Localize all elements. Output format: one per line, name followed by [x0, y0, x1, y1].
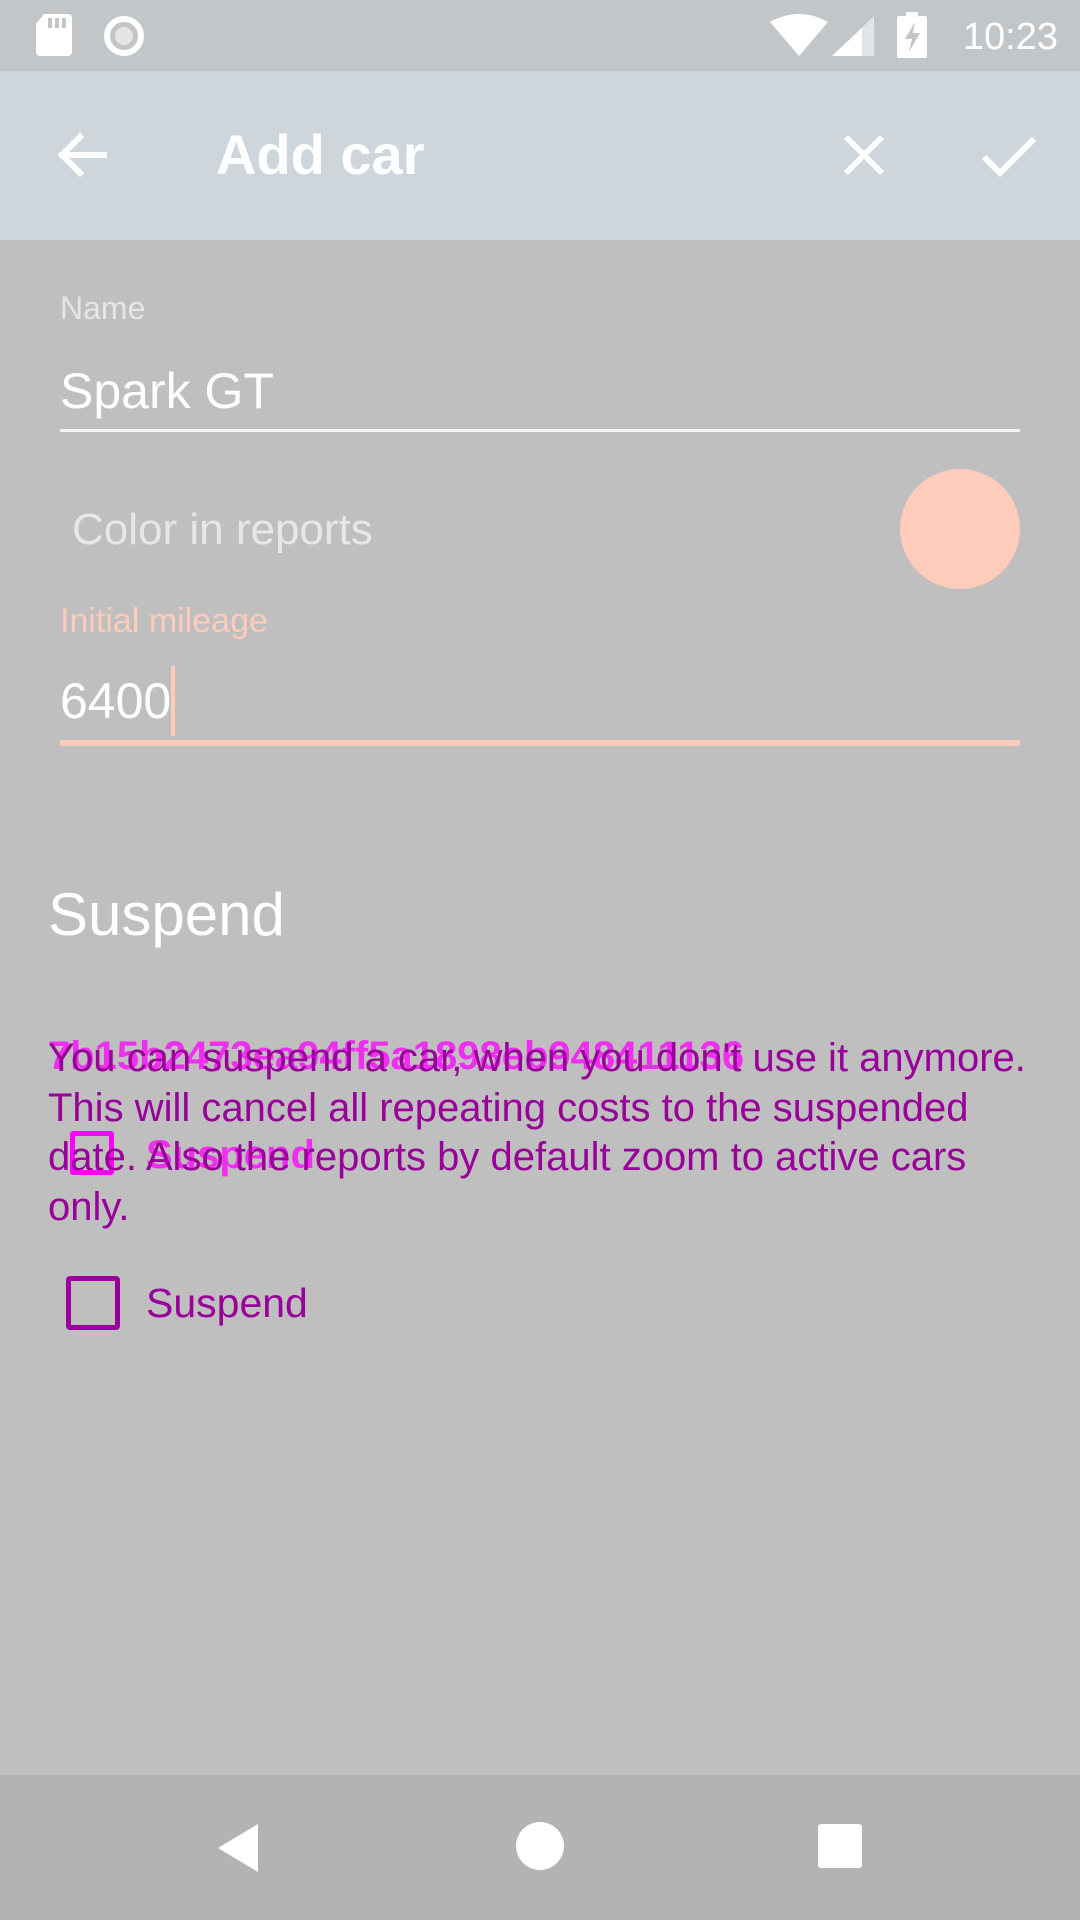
suspend-heading: Suspend — [48, 881, 285, 948]
color-label: Color in reports — [72, 505, 373, 554]
status-bar: 10:23 — [0, 0, 1080, 71]
color-swatch-button[interactable] — [900, 469, 1020, 589]
app-bar: Add car — [0, 71, 1080, 240]
form-content: Name Spark GT Color in reports Initial m… — [0, 240, 1080, 1775]
mileage-label: Initial mileage — [60, 602, 268, 640]
nav-recents-icon[interactable] — [818, 1824, 862, 1868]
page-title: Add car — [216, 123, 425, 186]
suspend-checkbox[interactable] — [66, 1276, 120, 1330]
nav-back-icon[interactable] — [214, 1822, 266, 1874]
suspend-description: You can suspend a car, when you don't us… — [48, 1036, 1026, 1229]
mileage-value: 6400 — [60, 673, 172, 729]
arrow-left-icon[interactable] — [50, 123, 114, 187]
close-icon[interactable] — [832, 123, 896, 187]
wifi-icon — [770, 14, 828, 56]
cellular-signal-icon — [832, 16, 874, 56]
navigation-bar — [0, 1775, 1080, 1920]
mileage-input[interactable]: 6400 — [60, 666, 176, 736]
suspend-checkbox-label: Suspend — [146, 1279, 308, 1326]
check-icon[interactable] — [976, 123, 1040, 187]
circle-icon — [104, 16, 144, 56]
name-input[interactable]: Spark GT — [60, 362, 274, 420]
text-cursor — [171, 666, 176, 736]
status-time: 10:23 — [962, 16, 1058, 58]
sd-card-icon — [36, 14, 72, 56]
nav-home-icon[interactable] — [516, 1822, 564, 1870]
name-underline — [60, 429, 1020, 432]
mileage-underline — [60, 740, 1020, 746]
battery-charging-icon — [897, 12, 927, 58]
name-label: Name — [60, 290, 146, 326]
suspend-checkbox-row[interactable]: Suspend — [66, 1273, 308, 1333]
